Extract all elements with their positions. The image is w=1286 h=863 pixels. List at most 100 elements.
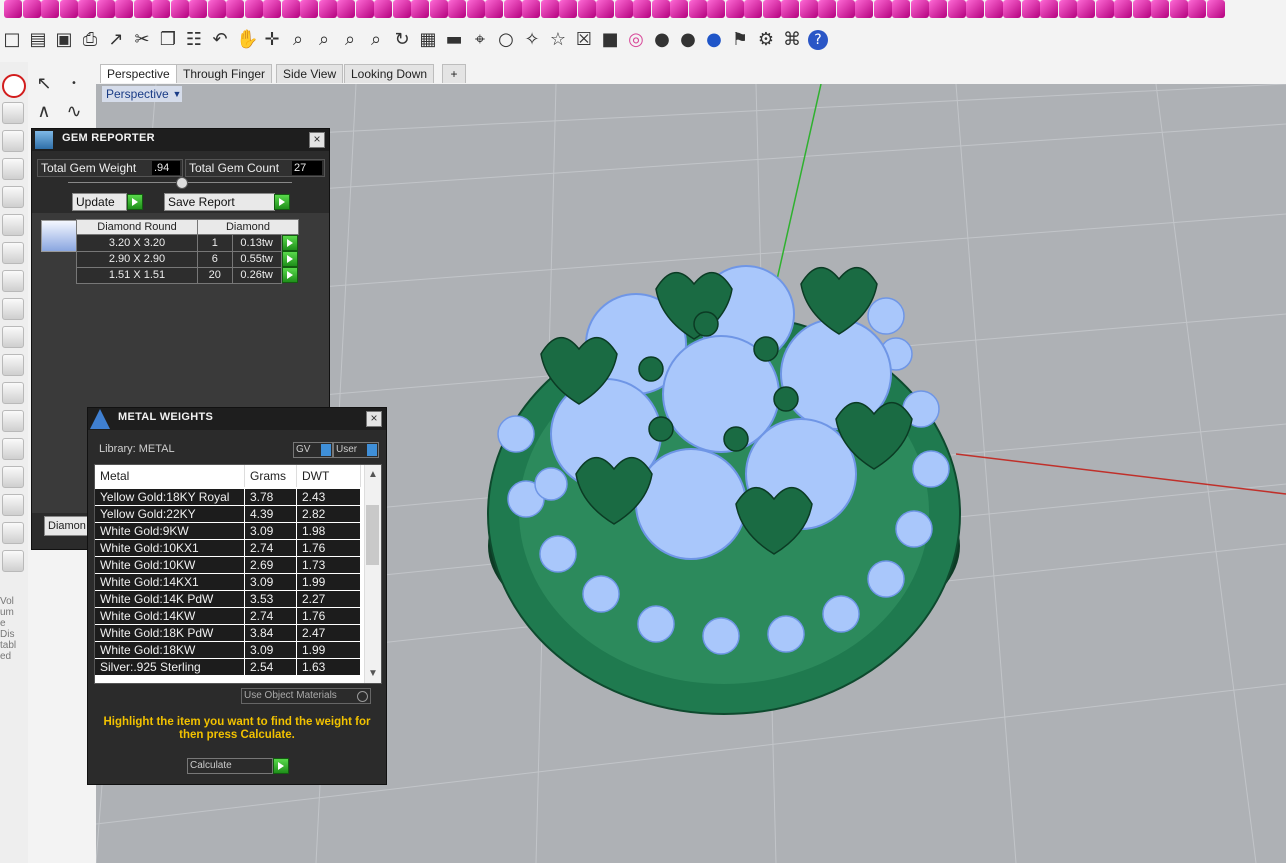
new-file-icon[interactable]: □: [2, 30, 22, 50]
add-tab-button[interactable]: +: [442, 64, 466, 83]
table-row[interactable]: Yellow Gold:18KY Royal 3.78 2.43: [95, 489, 361, 506]
help-icon[interactable]: ?: [808, 30, 828, 50]
table-row[interactable]: White Gold:18K PdW 3.84 2.47: [95, 625, 361, 642]
pink-shape-icon[interactable]: [614, 0, 633, 18]
pink-shape-icon[interactable]: [984, 0, 1003, 18]
render-icon[interactable]: ■: [600, 30, 620, 50]
pink-shape-icon[interactable]: [966, 0, 984, 18]
grid-viewports-icon[interactable]: ▦: [418, 30, 438, 50]
diamond-round-thumbnail-icon[interactable]: [41, 220, 77, 252]
pink-shape-icon[interactable]: [318, 0, 337, 18]
copy-icon[interactable]: ❐: [158, 30, 178, 50]
metal-list-scrollbar[interactable]: ▲ ▼: [364, 465, 381, 683]
pink-shape-icon[interactable]: [1021, 0, 1040, 18]
table-row[interactable]: White Gold:18KW 3.09 1.99: [95, 642, 361, 659]
pink-shape-icon[interactable]: [485, 0, 503, 18]
command-tool-icon[interactable]: [2, 382, 24, 404]
command-tool-icon[interactable]: [2, 550, 24, 572]
pan-hand-icon[interactable]: ✋: [236, 30, 258, 50]
table-row[interactable]: White Gold:14K PdW 3.53 2.27: [95, 591, 361, 608]
gray-sphere-icon[interactable]: ●: [678, 30, 698, 50]
panel-slider-knob[interactable]: [176, 177, 188, 189]
pink-shape-icon[interactable]: [522, 0, 540, 18]
undo-icon[interactable]: ↶: [210, 30, 230, 50]
pink-shape-icon[interactable]: [22, 0, 41, 18]
pink-shape-icon[interactable]: [1095, 0, 1114, 18]
pink-shape-icon[interactable]: [688, 0, 707, 18]
tab-looking-down[interactable]: Looking Down: [344, 64, 435, 83]
table-row[interactable]: White Gold:9KW 3.09 1.98: [95, 523, 361, 540]
rotate-view-icon[interactable]: ✛: [262, 30, 282, 50]
close-icon[interactable]: ×: [309, 132, 325, 148]
scroll-down-icon[interactable]: ▼: [368, 668, 378, 679]
pink-shape-icon[interactable]: [133, 0, 152, 18]
lightbulb-icon[interactable]: ☆: [548, 30, 568, 50]
clock-icon[interactable]: ○: [496, 30, 516, 50]
snap-icon[interactable]: ⌖: [470, 30, 490, 50]
pink-shape-icon[interactable]: [115, 0, 133, 18]
pink-shape-icon[interactable]: [189, 0, 207, 18]
pink-shape-icon[interactable]: [855, 0, 873, 18]
zoom-selected-icon[interactable]: ⌕: [366, 30, 386, 50]
pink-shape-icon[interactable]: [466, 0, 485, 18]
pink-shape-icon[interactable]: [429, 0, 448, 18]
pink-shape-icon[interactable]: [781, 0, 799, 18]
command-tool-icon[interactable]: [2, 466, 24, 488]
metal-column-header[interactable]: Metal: [95, 465, 245, 487]
pink-shape-icon[interactable]: [281, 0, 300, 18]
command-tool-icon[interactable]: [2, 242, 24, 264]
table-row[interactable]: Silver:.925 Sterling 2.54 1.63: [95, 659, 361, 676]
car-icon[interactable]: ▬: [444, 30, 464, 50]
pink-shape-icon[interactable]: [170, 0, 189, 18]
command-tool-icon[interactable]: [2, 270, 24, 292]
pink-shape-icon[interactable]: [78, 0, 96, 18]
scrollbar-thumb[interactable]: [366, 505, 379, 565]
command-tool-icon[interactable]: [2, 438, 24, 460]
scroll-up-icon[interactable]: ▲: [368, 469, 378, 480]
command-tool-icon[interactable]: [2, 298, 24, 320]
open-file-icon[interactable]: ▤: [28, 30, 48, 50]
save-icon[interactable]: ▣: [54, 30, 74, 50]
pink-shape-icon[interactable]: [59, 0, 78, 18]
pink-shape-icon[interactable]: [244, 0, 263, 18]
color-wheel-icon[interactable]: ◎: [626, 30, 646, 50]
pink-shape-icon[interactable]: [374, 0, 392, 18]
pink-shape-icon[interactable]: [873, 0, 892, 18]
update-go-icon[interactable]: [127, 194, 143, 210]
viewport-name-label[interactable]: Perspective: [102, 86, 173, 102]
pink-shape-icon[interactable]: [207, 0, 226, 18]
metal-list[interactable]: Metal Grams DWT Yellow Gold:18KY Royal 3…: [94, 464, 382, 684]
use-object-materials-toggle[interactable]: Use Object Materials: [241, 688, 371, 704]
command-tool-icon[interactable]: [2, 410, 24, 432]
calculate-go-icon[interactable]: [273, 758, 289, 774]
pink-shape-icon[interactable]: [263, 0, 281, 18]
magic-wand-icon[interactable]: ✧: [522, 30, 542, 50]
tab-through-finger[interactable]: Through Finger: [176, 64, 273, 83]
pink-shape-icon[interactable]: [1169, 0, 1188, 18]
curve-icon[interactable]: ∿: [64, 102, 84, 122]
tab-perspective[interactable]: Perspective: [100, 64, 177, 83]
grams-column-header[interactable]: Grams: [245, 465, 297, 487]
pink-shape-icon[interactable]: [559, 0, 577, 18]
save-report-button[interactable]: Save Report: [164, 193, 275, 211]
tab-side-view[interactable]: Side View: [276, 64, 344, 83]
pink-shape-icon[interactable]: [818, 0, 836, 18]
command-tool-icon[interactable]: [2, 158, 24, 180]
row-select-icon[interactable]: [281, 267, 298, 283]
command-tool-icon[interactable]: [2, 102, 24, 124]
table-row[interactable]: 1.51 X 1.51 20 0.26tw: [76, 266, 299, 284]
pink-shape-icon[interactable]: [503, 0, 522, 18]
zoom-icon[interactable]: ⌕: [288, 30, 308, 50]
pink-shape-icon[interactable]: [947, 0, 966, 18]
pink-shape-icon[interactable]: [633, 0, 651, 18]
blue-sphere-icon[interactable]: ●: [704, 30, 724, 50]
pink-shape-icon[interactable]: [1132, 0, 1151, 18]
pink-shape-icon[interactable]: [4, 0, 22, 18]
update-button[interactable]: Update: [72, 193, 127, 211]
rotate-icon[interactable]: ↻: [392, 30, 412, 50]
pink-shape-icon[interactable]: [355, 0, 374, 18]
pink-shape-icon[interactable]: [1003, 0, 1021, 18]
table-row[interactable]: Yellow Gold:22KY 4.39 2.82: [95, 506, 361, 523]
pink-shape-icon[interactable]: [892, 0, 910, 18]
pink-shape-icon[interactable]: [1206, 0, 1225, 18]
